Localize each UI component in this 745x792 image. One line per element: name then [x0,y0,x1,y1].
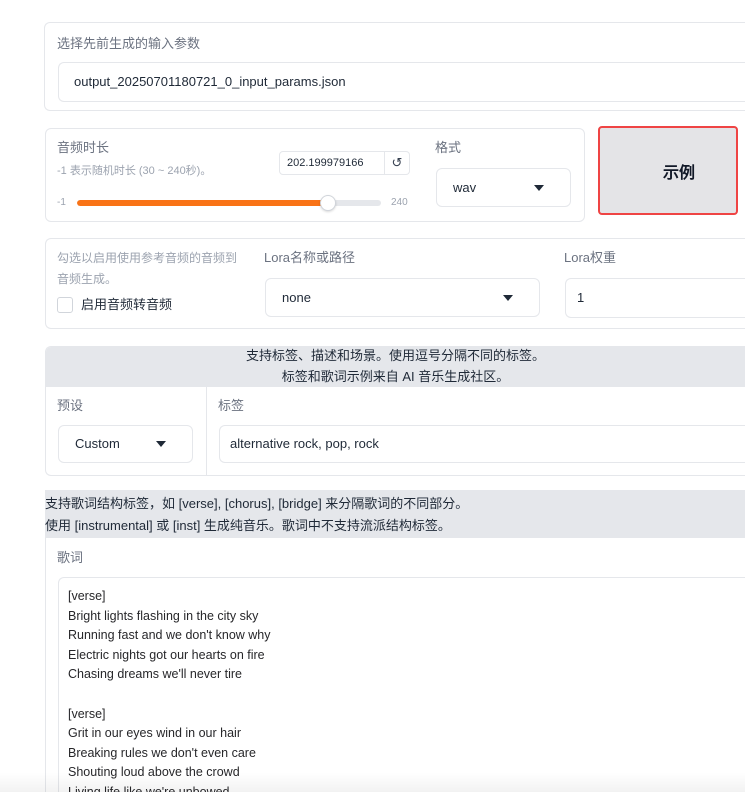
format-label: 格式 [435,140,462,155]
params-file-input[interactable]: output_20250701180721_0_input_params.jso… [58,62,745,102]
lora-weight-input[interactable]: 1 [565,278,745,318]
lora-name-dropdown[interactable]: none [265,278,540,317]
lora-name-value: none [282,290,311,305]
duration-slider-fill [77,200,328,206]
tags-info-line: 支持标签、描述和场景。使用逗号分隔不同的标签。 [245,348,545,363]
lyrics-panel: 歌词 [verse] Bright lights flashing in the… [45,538,745,792]
duration-format-panel: 音频时长 -1 表示随机时长 (30 ~ 240秒)。 202.19997916… [45,128,585,222]
tags-value: alternative rock, pop, rock [230,436,379,451]
lyrics-textarea[interactable]: [verse] Bright lights flashing in the ci… [58,577,745,792]
audio2audio-info: 勾选以启用使用参考音频的音频到音频生成。 [57,251,238,286]
lyrics-info-banner: 支持歌词结构标签，如 [verse], [chorus], [bridge] 来… [45,490,745,538]
duration-min-label: -1 [57,197,66,208]
format-value: wav [453,180,477,195]
tags-info-text: 支持标签、描述和场景。使用逗号分隔不同的标签。 标签和歌词示例来自 AI 音乐生… [46,345,745,387]
chevron-down-icon [156,441,166,447]
chevron-down-icon [503,294,513,301]
duration-label: 音频时长 [57,140,110,155]
reset-icon: ↺ [391,155,403,170]
duration-number-input[interactable]: 202.199979166 [279,151,385,175]
params-file-panel: 选择先前生成的输入参数 output_20250701180721_0_inpu… [44,22,745,111]
preset-value: Custom [75,436,120,451]
tags-label: 标签 [218,398,245,413]
lyrics-label: 歌词 [57,550,84,565]
lyrics-info-line: 使用 [instrumental] 或 [inst] 生成纯音乐。歌词中不支持流… [45,518,451,533]
params-file-value: output_20250701180721_0_input_params.jso… [74,74,346,89]
lora-name-label: Lora名称或路径 [264,250,356,265]
tags-column-divider [206,387,207,475]
tags-info-line: 标签和歌词示例来自 AI 音乐生成社区。 [281,369,510,384]
duration-max-label: 240 [391,197,408,208]
params-file-label: 选择先前生成的输入参数 [57,36,201,51]
preset-label: 预设 [57,398,84,413]
lora-weight-label: Lora权重 [564,250,617,265]
duration-reset-button[interactable]: ↺ [385,151,410,175]
chevron-down-icon [534,184,544,191]
format-dropdown[interactable]: wav [436,168,571,207]
tags-info-banner: 支持标签、描述和场景。使用逗号分隔不同的标签。 标签和歌词示例来自 AI 音乐生… [46,347,745,387]
audio2audio-lora-panel: 勾选以启用使用参考音频的音频到音频生成。 启用音频转音频 Lora名称或路径 n… [45,238,745,329]
duration-info: -1 表示随机时长 (30 ~ 240秒)。 [57,165,212,177]
example-button[interactable]: 示例 [598,126,738,215]
preset-dropdown[interactable]: Custom [58,425,193,463]
lora-weight-value: 1 [577,290,585,305]
lyrics-info-line: 支持歌词结构标签，如 [verse], [chorus], [bridge] 来… [45,496,469,511]
example-button-label: 示例 [662,164,695,182]
duration-value: 202.199979166 [287,157,364,169]
tags-panel: 支持标签、描述和场景。使用逗号分隔不同的标签。 标签和歌词示例来自 AI 音乐生… [45,346,745,476]
duration-slider-thumb[interactable] [319,195,336,211]
audio2audio-checkbox-label[interactable]: 启用音频转音频 [81,297,172,313]
audio2audio-checkbox[interactable] [57,297,73,313]
tags-input[interactable]: alternative rock, pop, rock [219,425,745,463]
